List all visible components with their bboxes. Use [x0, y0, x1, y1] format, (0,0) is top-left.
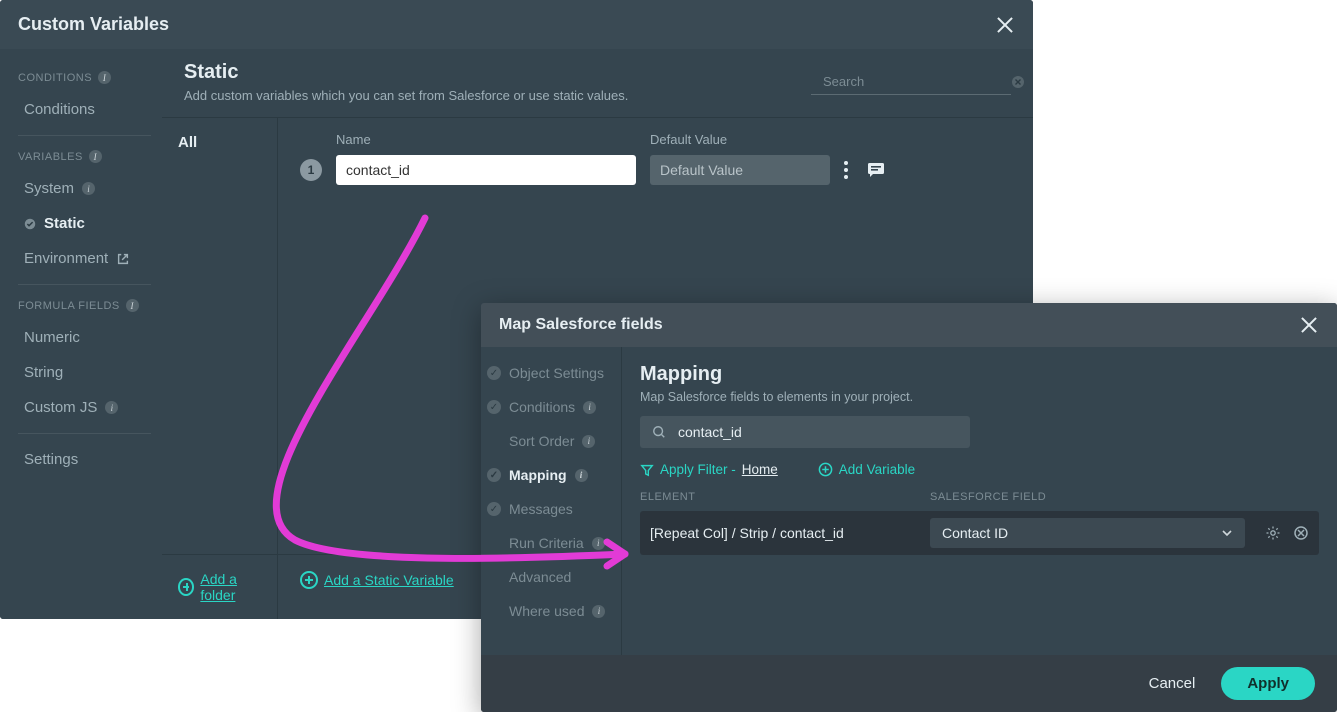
info-icon[interactable]: i: [82, 182, 95, 195]
check-icon: ✓: [487, 400, 501, 414]
dialog-header: Custom Variables: [0, 0, 1033, 49]
external-link-icon: [116, 252, 130, 266]
check-icon: [24, 218, 36, 230]
more-options-icon[interactable]: [844, 161, 848, 179]
info-icon[interactable]: i: [592, 605, 605, 618]
filter-home-link[interactable]: Home: [742, 462, 778, 477]
divider: [18, 135, 151, 136]
map-search-field[interactable]: [640, 416, 970, 448]
divider: [18, 433, 151, 434]
nav-where-used[interactable]: Where used i: [487, 603, 617, 619]
sidebar-item-customjs[interactable]: Custom JS i: [18, 390, 151, 425]
sidebar-section-formula: FORMULA FIELDS i: [18, 299, 151, 312]
content-header: Static Add custom variables which you ca…: [162, 49, 1033, 118]
nav-conditions[interactable]: ✓ Conditions i: [487, 399, 617, 415]
sidebar-item-settings[interactable]: Settings: [18, 442, 151, 477]
apply-button[interactable]: Apply: [1221, 667, 1315, 700]
variable-headers: Name Default Value: [300, 132, 1011, 147]
check-icon: ✓: [487, 366, 501, 380]
col-sf-header: SALESFORCE FIELD: [930, 491, 1046, 503]
content-title: Static: [184, 61, 628, 84]
nav-run-criteria[interactable]: Run Criteria i: [487, 535, 617, 551]
map-title: Mapping: [640, 363, 1319, 386]
map-dialog-header: Map Salesforce fields: [481, 303, 1337, 347]
check-icon: ✓: [487, 502, 501, 516]
map-salesforce-dialog: Map Salesforce fields ✓ Object Settings …: [481, 303, 1337, 712]
info-icon[interactable]: i: [575, 469, 588, 482]
sidebar-item-environment[interactable]: Environment: [18, 241, 151, 276]
folder-tab-all[interactable]: All: [178, 134, 261, 151]
content-subtitle: Add custom variables which you can set f…: [184, 88, 628, 103]
plus-icon: [300, 571, 318, 589]
mapping-columns-header: ELEMENT SALESFORCE FIELD: [640, 491, 1319, 503]
plus-icon: [178, 578, 194, 596]
folder-column: All: [162, 118, 278, 554]
map-subtitle: Map Salesforce fields to elements in you…: [640, 390, 1319, 404]
sidebar-section-conditions: CONDITIONS i: [18, 71, 151, 84]
filter-icon: [640, 463, 654, 477]
info-icon[interactable]: i: [98, 71, 111, 84]
salesforce-field-select[interactable]: Contact ID: [930, 518, 1245, 548]
nav-object-settings[interactable]: ✓ Object Settings: [487, 365, 617, 381]
sidebar-item-string[interactable]: String: [18, 355, 151, 390]
apply-filter-link[interactable]: Apply Filter -Home: [640, 462, 778, 477]
add-static-variable-link[interactable]: Add a Static Variable: [300, 571, 454, 589]
close-icon[interactable]: [1299, 315, 1319, 335]
sidebar-item-system[interactable]: System i: [18, 171, 151, 206]
cancel-button[interactable]: Cancel: [1149, 675, 1196, 692]
variable-row: 1: [300, 155, 1011, 185]
remove-icon[interactable]: [1293, 525, 1309, 541]
add-folder-link[interactable]: Add a folder: [178, 571, 267, 603]
close-icon[interactable]: [995, 15, 1015, 35]
nav-mapping[interactable]: ✓ Mapping i: [487, 467, 617, 483]
variable-default-input[interactable]: [650, 155, 830, 185]
info-icon[interactable]: i: [105, 401, 118, 414]
info-icon[interactable]: i: [582, 435, 595, 448]
col-element-header: ELEMENT: [640, 491, 910, 503]
comment-icon[interactable]: [866, 160, 886, 180]
info-icon[interactable]: i: [126, 299, 139, 312]
check-icon: ✓: [487, 468, 501, 482]
plus-circle-icon: [818, 462, 833, 477]
nav-sort-order[interactable]: Sort Order i: [487, 433, 617, 449]
nav-messages[interactable]: ✓ Messages: [487, 501, 617, 517]
dialog-title: Custom Variables: [18, 14, 169, 35]
sidebar-item-static[interactable]: Static: [18, 206, 151, 241]
info-icon[interactable]: i: [592, 537, 605, 550]
clear-icon[interactable]: [1011, 75, 1025, 89]
info-icon[interactable]: i: [89, 150, 102, 163]
info-icon[interactable]: i: [583, 401, 596, 414]
chevron-down-icon: [1221, 527, 1233, 539]
search-icon: [652, 425, 666, 439]
sidebar-item-numeric[interactable]: Numeric: [18, 320, 151, 355]
mapping-row: [Repeat Col] / Strip / contact_id Contac…: [640, 511, 1319, 555]
add-variable-link[interactable]: Add Variable: [818, 462, 915, 477]
map-search-input[interactable]: [676, 423, 958, 441]
map-dialog-title: Map Salesforce fields: [499, 316, 663, 334]
row-index-badge: 1: [300, 159, 322, 181]
map-dialog-footer: Cancel Apply: [481, 655, 1337, 712]
header-default: Default Value: [650, 132, 830, 147]
search-field[interactable]: [811, 71, 1011, 95]
header-name: Name: [336, 132, 636, 147]
dialog-sidebar: CONDITIONS i Conditions VARIABLES i Syst…: [0, 49, 162, 619]
variable-name-input[interactable]: [336, 155, 636, 185]
map-main-panel: Mapping Map Salesforce fields to element…: [621, 347, 1337, 655]
gear-icon[interactable]: [1265, 525, 1281, 541]
map-dialog-nav: ✓ Object Settings ✓ Conditions i Sort Or…: [481, 347, 621, 655]
divider: [18, 284, 151, 285]
element-path: [Repeat Col] / Strip / contact_id: [650, 525, 910, 541]
nav-advanced[interactable]: Advanced: [487, 569, 617, 585]
sidebar-section-variables: VARIABLES i: [18, 150, 151, 163]
search-input[interactable]: [821, 73, 1001, 90]
sidebar-item-conditions[interactable]: Conditions: [18, 92, 151, 127]
